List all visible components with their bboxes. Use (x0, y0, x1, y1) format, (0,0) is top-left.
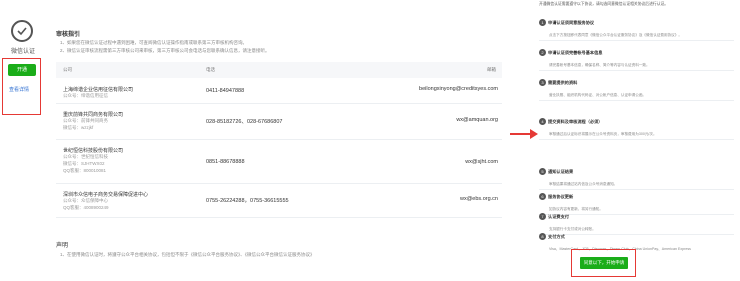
table-row: 世纪恒信科技股份有限公司 公众号：世纪恒信科技 微信号：SJHTWX02 QQ客… (56, 140, 502, 184)
step-heading: 认证费支付 (548, 213, 569, 219)
company-phone: 0755-26224288，0755-36615555 (206, 198, 289, 204)
agree-start-button[interactable]: 同意以下，开始申请 (580, 257, 628, 269)
table-row: 重庆前锋共同商务有限公司 公众号：前锋共同商务 微信号：wzzjkf 028-8… (56, 104, 502, 140)
agreement-step: 8 支付方式 Visa、MasterCard、JCB、Discover、Diner… (539, 228, 734, 252)
agreement-step: 4 提交资料及审核流程（必须） 审核通过后认证标识将展示在公众号资料页，审核费用为… (539, 113, 734, 140)
step-heading: 提交资料及审核流程（必须） (548, 118, 603, 124)
step-heading: 申请认证须完善帐号基本信息 (548, 49, 603, 55)
company-sub: 公众号：缔谐信用征信 (63, 93, 108, 98)
view-details-link[interactable]: 查看详情 (9, 86, 29, 93)
company-email[interactable]: wx@sjht.com (465, 159, 498, 165)
company-sub: 微信号：wzzjkf (63, 125, 94, 130)
divider (539, 70, 734, 71)
company-sub: QQ客服：4008900249 (63, 205, 109, 210)
agreement-step: 3 需要提供的资料 营业执照、组织机构代码证、对公帐户信息、认证申请公函。 (539, 74, 734, 101)
step-heading: 服务协议更新 (548, 193, 574, 199)
step-number: 3 (539, 79, 546, 87)
company-phone: 0851-88678888 (206, 159, 245, 165)
step-text: 请完善帐号基本信息，确保名称、简介等内容与认证资料一致。 (549, 63, 650, 67)
step-number: 5 (539, 168, 546, 176)
step-text: 审核通过后认证标识将展示在公众号资料页，审核费用为300元/次。 (549, 132, 657, 136)
step-text: 审核结果将通过站内信及公众号消息通知。 (549, 182, 618, 186)
divider (539, 40, 734, 41)
company-sub: 公众号：世纪恒信科技 (63, 154, 108, 159)
agreement-step: 2 申请认证须完善帐号基本信息 请完善帐号基本信息，确保名称、简介等内容与认证资料… (539, 44, 734, 71)
wechat-verify-title: 微信认证 (10, 49, 35, 55)
statement-text: 1、在使用微信认证时，将遵守公众平台相关协议，包括但不限于《微信公众平台服务协议… (60, 252, 315, 257)
panel-intro: 开通微信认证需要遵守以下协议，请勾选同意微信认证相关协议后进行认证。 (539, 2, 669, 6)
header-email: 邮箱 (487, 67, 496, 72)
statement-title: 声明 (56, 243, 69, 249)
step-text: 营业执照、组织机构代码证、对公帐户信息、认证申请公函。 (549, 93, 647, 97)
step-number: 4 (539, 118, 546, 126)
arrow-right-icon (510, 133, 532, 135)
agreement-step: 5 通知认证结果 审核结果将通过站内信及公众号消息通知。 (539, 163, 734, 190)
step-number: 2 (539, 49, 546, 57)
notice-line-2: 2、微信认证审核流程需第三方审核公司来审核，第三方审核公司会电话与您联系确认信息… (60, 48, 270, 53)
table-row: 深圳市众信电子商务交易保障促进中心 公众号：众信保障中心 QQ客服：400890… (56, 184, 502, 218)
agency-table: 公司 电话 邮箱 上海缔谐企业信用征信有限公司 公众号：缔谐信用征信 0411-… (56, 62, 502, 218)
company-name: 上海缔谐企业信用征信有限公司 (63, 87, 134, 93)
company-name: 世纪恒信科技股份有限公司 (63, 148, 124, 154)
divider (539, 100, 734, 101)
check-circle-icon (11, 20, 33, 42)
company-sub: 公众号：前锋共同商务 (63, 118, 108, 123)
company-sub: QQ客服：800010081 (63, 168, 107, 173)
company-name: 重庆前锋共同商务有限公司 (63, 112, 124, 118)
company-sub: 微信号：SJHTWX02 (63, 161, 105, 166)
company-email[interactable]: wx@ebs.org.cn (460, 196, 498, 202)
company-phone: 028-85182726、028-67686807 (206, 119, 283, 125)
header-company: 公司 (63, 67, 72, 72)
company-email[interactable]: wx@amquan.org (456, 117, 498, 123)
company-phone: 0411-84947888 (206, 88, 245, 94)
step-heading: 支付方式 (548, 233, 565, 239)
step-heading: 申请认证须同意服务协议 (548, 19, 595, 25)
agreement-panel: 开通微信认证需要遵守以下协议，请勾选同意微信认证相关协议后进行认证。 1 申请认证… (535, 0, 740, 281)
open-verify-button[interactable]: 开通 (8, 64, 36, 76)
notice-line-1: 1、如果您在微信认证过程中遇到困难，可查阅微信认证操作指南或联系第三方审核机构咨… (60, 40, 247, 45)
step-text: 点击下方按钮即代表同意《微信公众平台认证服务协议》及《微信认证费用协议》。 (549, 33, 682, 37)
table-header: 公司 电话 邮箱 (56, 62, 502, 78)
step-number: 6 (539, 193, 546, 201)
table-row: 上海缔谐企业信用征信有限公司 公众号：缔谐信用征信 0411-84947888 … (56, 78, 502, 104)
step-heading: 需要提供的资料 (548, 79, 578, 85)
company-email[interactable]: beilongxinyong@creditsyes.com (419, 86, 498, 92)
page: 微信认证 开通 查看详情 审核指引 1、如果您在微信认证过程中遇到困难，可查阅微… (0, 0, 740, 281)
step-number: 7 (539, 213, 546, 221)
step-heading: 通知认证结果 (548, 168, 574, 174)
divider (539, 139, 734, 140)
notice-title: 审核指引 (56, 32, 81, 38)
company-sub: 公众号：众信保障中心 (63, 198, 108, 203)
step-number: 8 (539, 233, 546, 241)
header-phone: 电话 (206, 67, 215, 72)
agreement-step: 1 申请认证须同意服务协议 点击下方按钮即代表同意《微信公众平台认证服务协议》及《… (539, 14, 734, 41)
step-number: 1 (539, 19, 546, 27)
company-name: 深圳市众信电子商务交易保障促进中心 (63, 192, 149, 198)
